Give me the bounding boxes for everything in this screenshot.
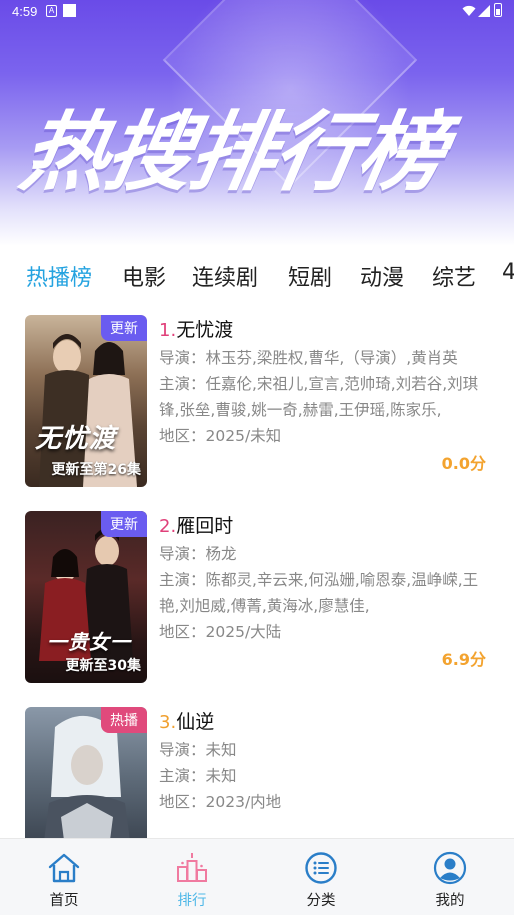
poster-calligraphy: 无忧渡 (35, 424, 117, 454)
poster-image[interactable]: 一贵女一 更新 更新至30集 (25, 511, 147, 683)
category-tabs: 热播榜 电影 连续剧 短剧 动漫 综艺 4 (0, 246, 514, 302)
hero-banner: 热搜排行榜 (0, 0, 514, 246)
score-value: 6.9分 (441, 650, 486, 669)
cast-text: 主演：任嘉伦,宋祖儿,宣言,范帅琦,刘若谷,刘琪锋,张垒,曹骏,姚一奇,赫雷,王… (159, 375, 479, 419)
item-info: 2.雁回时 导演：杨龙 主演：陈都灵,辛云来,何泓姗,喻恩泰,温峥嵘,王艳,刘旭… (159, 511, 494, 645)
rank-number: 3. (159, 712, 177, 733)
home-icon (48, 853, 80, 883)
item-info: 1.无忧渡 导演：林玉芬,梁胜权,曹华,（导演）,黄肖英 主演：任嘉伦,宋祖儿,… (159, 315, 494, 449)
notification-square-icon (63, 4, 76, 17)
tab-movie[interactable]: 电影 (122, 260, 166, 292)
list-item[interactable]: 一贵女一 更新 更新至30集 2.雁回时 导演：杨龙 主演：陈都灵,辛云来,何泓… (0, 498, 514, 694)
item-info: 3.仙逆 导演：未知 主演：未知 地区：2023/内地 (159, 707, 494, 815)
score-value: 0.0分 (441, 454, 486, 473)
title-row[interactable]: 2.雁回时 (159, 511, 494, 541)
battery-icon (494, 3, 502, 17)
tab-overflow[interactable]: 4 (502, 260, 514, 285)
episode-caption: 更新至第26集 (51, 462, 141, 478)
nav-home[interactable]: 首页 (0, 839, 128, 915)
list-item[interactable]: 热播 3.仙逆 导演：未知 主演：未知 地区：2023/内地 (0, 694, 514, 838)
update-badge: 更新 (101, 511, 147, 537)
poster-calligraphy: 一贵女一 (47, 630, 131, 654)
status-time: 4:59 (12, 4, 38, 19)
list-item[interactable]: 无忧渡 更新 更新至第26集 1.无忧渡 导演：林玉芬,梁胜权,曹华,（导演）,… (0, 302, 514, 498)
nav-ranking[interactable]: 排行 (128, 839, 256, 915)
tab-anime[interactable]: 动漫 (360, 260, 404, 292)
title-row[interactable]: 3.仙逆 (159, 707, 494, 737)
show-title: 无忧渡 (176, 319, 234, 341)
episode-caption: 更新至30集 (65, 658, 141, 674)
title-row[interactable]: 1.无忧渡 (159, 315, 494, 345)
bottom-nav: 首页 排行 分类 我的 (0, 838, 514, 915)
poster-image[interactable]: 无忧渡 更新 更新至第26集 (25, 315, 147, 487)
region-text: 地区：2025/大陆 (159, 623, 282, 641)
signal-icon (478, 5, 490, 17)
profile-icon (433, 851, 467, 885)
show-title: 仙逆 (176, 711, 215, 733)
nav-ranking-label: 排行 (177, 893, 207, 909)
nav-profile-label: 我的 (435, 893, 465, 909)
ranking-icon (177, 853, 207, 882)
show-title: 雁回时 (176, 515, 234, 537)
tab-series[interactable]: 连续剧 (192, 260, 258, 292)
cast-text: 主演：陈都灵,辛云来,何泓姗,喻恩泰,温峥嵘,王艳,刘旭威,傅菁,黄海冰,廖慧佳… (159, 571, 479, 615)
tab-variety[interactable]: 综艺 (432, 260, 476, 292)
director-text: 导演：林玉芬,梁胜权,曹华,（导演）,黄肖英 (159, 349, 458, 367)
hot-badge: 热播 (101, 707, 147, 733)
page-title: 热搜排行榜 (13, 103, 452, 203)
poster-image[interactable]: 热播 (25, 707, 147, 838)
region-text: 地区：2025/未知 (159, 427, 282, 445)
nav-profile[interactable]: 我的 (386, 839, 514, 915)
nav-category[interactable]: 分类 (257, 839, 385, 915)
nav-category-label: 分类 (306, 893, 336, 909)
rank-number: 2. (159, 516, 177, 537)
tab-short-drama[interactable]: 短剧 (288, 260, 332, 292)
rank-number: 1. (159, 320, 177, 341)
tab-hot[interactable]: 热播榜 (26, 260, 92, 292)
director-text: 导演：杨龙 (159, 545, 237, 563)
nav-home-label: 首页 (49, 893, 79, 909)
ranking-list: 无忧渡 更新 更新至第26集 1.无忧渡 导演：林玉芬,梁胜权,曹华,（导演）,… (0, 302, 514, 838)
director-text: 导演：未知 (159, 741, 237, 759)
region-text: 地区：2023/内地 (159, 793, 282, 811)
notification-a-icon: A (46, 5, 57, 17)
cast-text: 主演：未知 (159, 767, 237, 785)
status-bar: 4:59 A (0, 0, 514, 24)
update-badge: 更新 (101, 315, 147, 341)
wifi-icon (462, 5, 476, 16)
category-icon (305, 852, 337, 884)
